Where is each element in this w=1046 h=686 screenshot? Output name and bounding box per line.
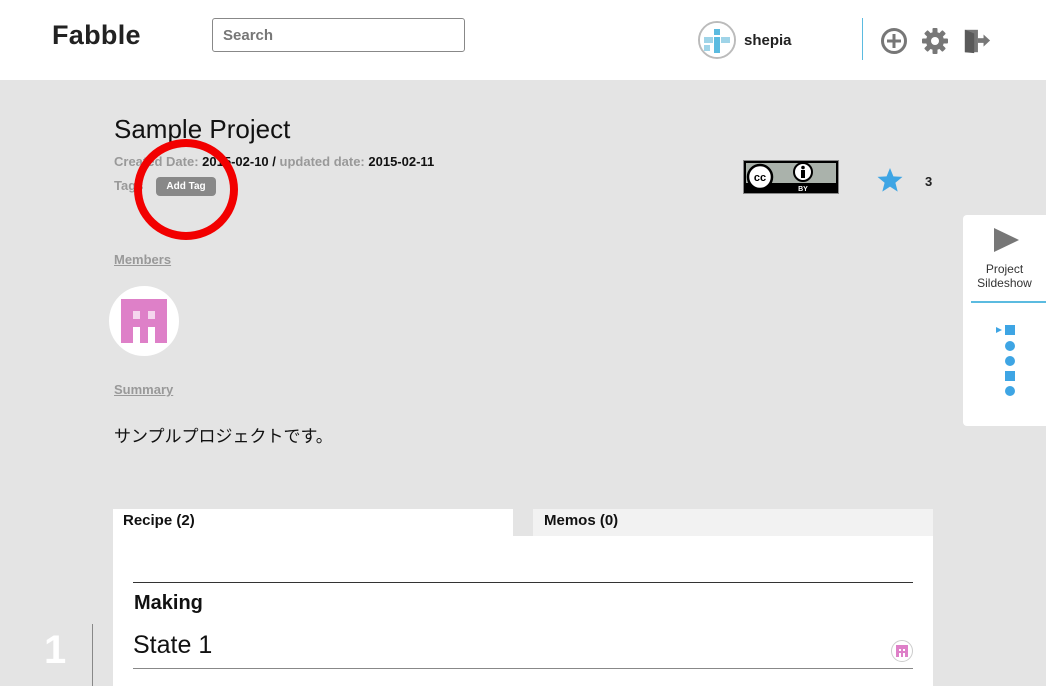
user-avatar-pattern bbox=[700, 23, 734, 57]
step-timeline-line bbox=[92, 624, 93, 686]
member-avatar[interactable] bbox=[109, 286, 179, 356]
project-title: Sample Project bbox=[114, 114, 291, 144]
slideshow-label[interactable]: Project Sildeshow bbox=[963, 262, 1046, 290]
add-circle-icon[interactable] bbox=[880, 27, 908, 55]
state-author-avatar-pattern bbox=[896, 645, 908, 657]
slideshow-label-line1: Project bbox=[985, 262, 1024, 276]
summary-text: サンプルプロジェクトです。 bbox=[114, 427, 333, 447]
state-title: State 1 bbox=[133, 631, 213, 659]
project-slideshow-panel[interactable]: Project Sildeshow bbox=[963, 215, 1046, 426]
state-divider bbox=[133, 668, 913, 669]
star-count: 3 bbox=[925, 174, 933, 189]
user-menu[interactable]: shepia bbox=[698, 19, 792, 61]
highlight-circle-annotation bbox=[134, 139, 238, 240]
tab-memos[interactable]: Memos (0) bbox=[533, 509, 933, 536]
slides-outline-icon[interactable] bbox=[993, 323, 1019, 399]
play-icon[interactable] bbox=[992, 227, 1020, 253]
search-input[interactable] bbox=[212, 18, 465, 52]
summary-link[interactable]: Summary bbox=[114, 382, 173, 397]
slideshow-label-line2: Sildeshow bbox=[977, 276, 1032, 290]
member-avatar-pattern bbox=[112, 289, 176, 353]
step-number: 1 bbox=[44, 628, 67, 672]
svg-text:cc: cc bbox=[754, 172, 766, 184]
updated-date-label: updated date: bbox=[279, 154, 365, 169]
top-header: Fabble shepia bbox=[0, 0, 1046, 80]
date-separator: / bbox=[272, 154, 276, 169]
star-icon[interactable] bbox=[876, 167, 904, 193]
cc-by-license-badge[interactable]: cc BY bbox=[743, 160, 839, 194]
section-divider bbox=[133, 582, 913, 583]
updated-date-value: 2015-02-11 bbox=[368, 154, 435, 169]
user-avatar[interactable] bbox=[698, 21, 736, 59]
gear-icon[interactable] bbox=[921, 27, 949, 55]
tab-recipe[interactable]: Recipe (2) bbox=[113, 509, 513, 537]
header-divider bbox=[862, 18, 863, 60]
license-by-label: BY bbox=[798, 186, 808, 193]
app-logo[interactable]: Fabble bbox=[52, 20, 141, 51]
section-title: Making bbox=[134, 592, 203, 614]
slideshow-divider bbox=[971, 301, 1046, 303]
members-link[interactable]: Members bbox=[114, 252, 171, 267]
recipe-tab-panel: Making State 1 bbox=[113, 536, 933, 686]
state-author-avatar[interactable] bbox=[891, 640, 913, 662]
logout-icon[interactable] bbox=[963, 27, 991, 55]
cc-by-icon: cc BY bbox=[744, 161, 838, 193]
username-label[interactable]: shepia bbox=[744, 32, 792, 49]
